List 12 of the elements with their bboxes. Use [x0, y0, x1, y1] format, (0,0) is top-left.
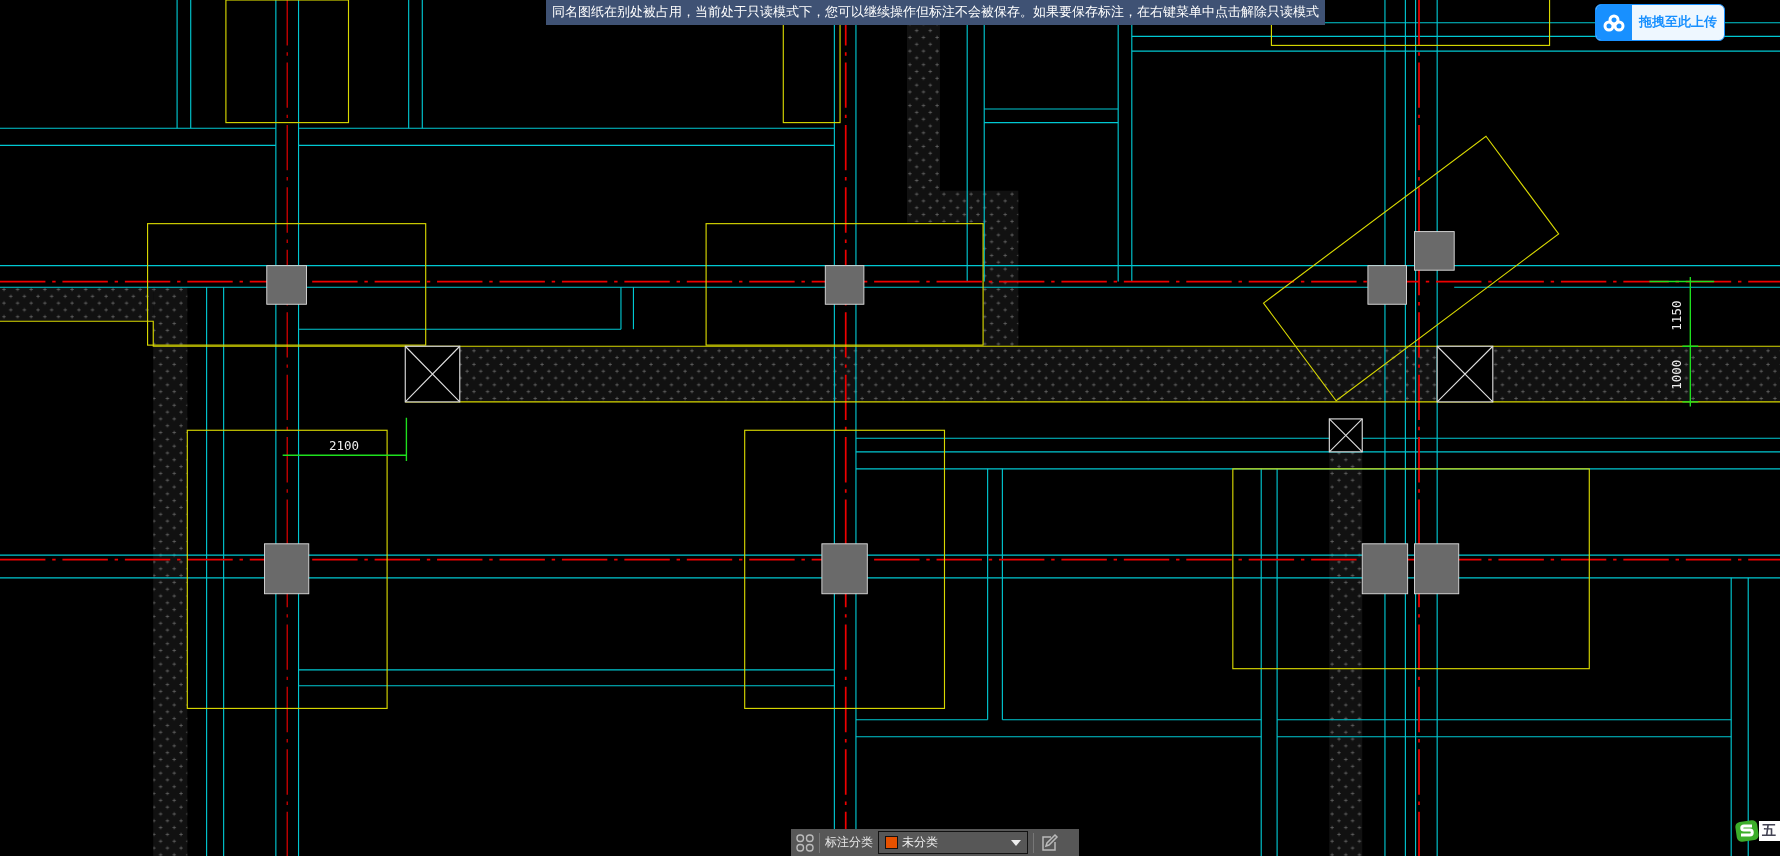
dimension-label: 2100 [328, 437, 359, 453]
dimension-label: 1150 [1669, 300, 1685, 331]
edit-icon[interactable] [1039, 832, 1059, 853]
grid-icon[interactable] [796, 833, 814, 852]
category-label: 标注分类 [825, 834, 873, 851]
s-logo-icon[interactable] [1735, 820, 1759, 842]
caret-icon [1011, 839, 1021, 846]
category-dropdown[interactable]: 未分类 [878, 831, 1028, 854]
input-mode-label: 五 [1759, 821, 1780, 841]
cloud-icon [1596, 5, 1632, 40]
dimension-label: 1000 [1669, 359, 1685, 390]
read-only-notice: 同名图纸在别处被占用，当前处于只读模式下，您可以继续操作但标注不会被保存。如果要保存标注，在右键菜单中点击解除只读模式 [546, 0, 1325, 25]
